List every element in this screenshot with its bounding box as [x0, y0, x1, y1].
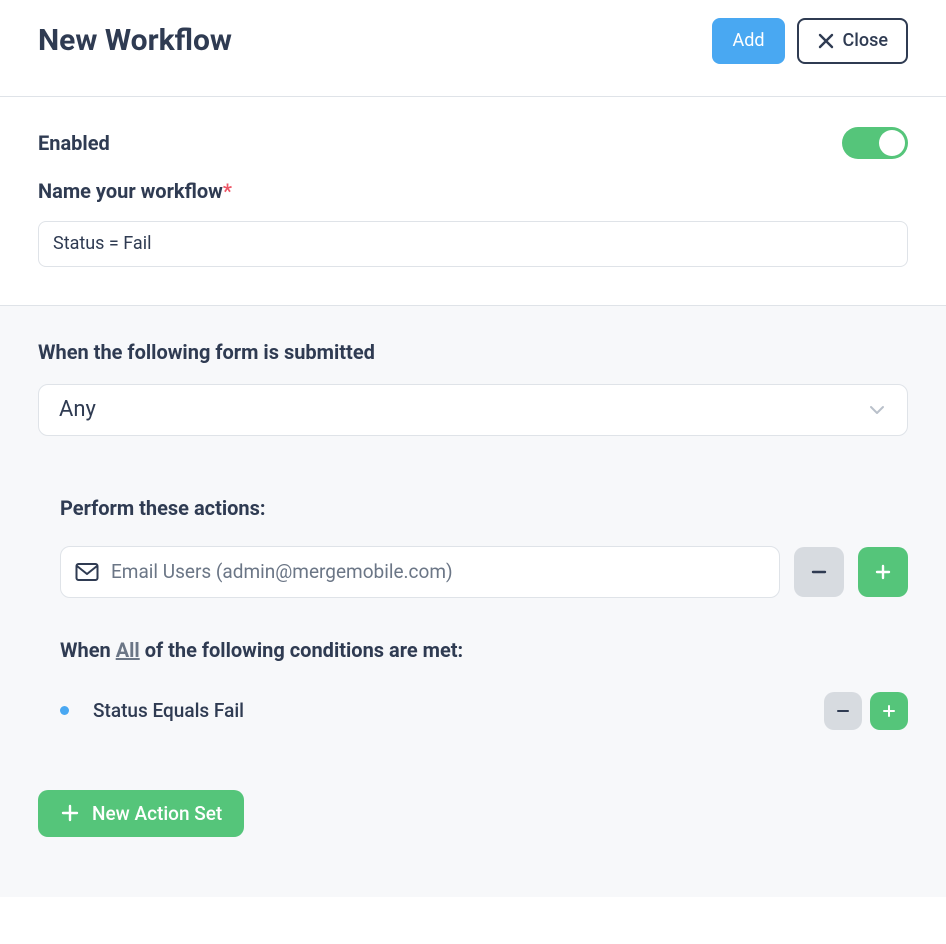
minus-icon — [836, 704, 850, 718]
dialog-header: New Workflow Add Close — [0, 0, 946, 96]
workflow-name-input[interactable] — [38, 221, 908, 267]
action-item-text: Email Users (admin@mergemobile.com) — [111, 560, 453, 583]
minus-icon — [810, 563, 828, 581]
name-label: Name your workflow* — [38, 179, 908, 203]
required-mark: * — [223, 179, 232, 203]
chevron-down-icon — [867, 400, 887, 420]
add-action-button[interactable] — [858, 547, 908, 597]
toggle-knob — [879, 130, 905, 156]
conditions-heading: When All of the following conditions are… — [60, 638, 908, 662]
remove-action-button[interactable] — [794, 547, 844, 597]
plus-icon — [882, 704, 896, 718]
page-title: New Workflow — [38, 23, 232, 58]
add-button-label: Add — [732, 30, 764, 52]
add-condition-button[interactable] — [870, 692, 908, 730]
close-button[interactable]: Close — [797, 18, 908, 64]
remove-condition-button[interactable] — [824, 692, 862, 730]
close-button-label: Close — [843, 30, 888, 52]
mail-icon — [75, 562, 99, 582]
conditions-prefix: When — [60, 638, 116, 662]
plus-icon — [60, 803, 80, 823]
enabled-section: Enabled — [0, 96, 946, 169]
conditions-mode-toggle[interactable]: All — [116, 638, 140, 662]
action-item[interactable]: Email Users (admin@mergemobile.com) — [60, 546, 780, 598]
close-icon — [817, 32, 835, 50]
action-row: Email Users (admin@mergemobile.com) — [60, 546, 908, 598]
new-action-set-label: New Action Set — [92, 802, 222, 825]
bullet-icon — [60, 706, 69, 715]
name-label-text: Name your workflow — [38, 179, 223, 203]
actions-section: Perform these actions: Email Users (admi… — [0, 456, 946, 897]
condition-text[interactable]: Status Equals Fail — [93, 699, 800, 722]
enabled-label: Enabled — [38, 131, 110, 155]
name-section: Name your workflow* — [0, 169, 946, 305]
add-button[interactable]: Add — [712, 18, 784, 64]
header-actions: Add Close — [712, 18, 908, 64]
trigger-section: When the following form is submitted Any — [0, 305, 946, 456]
plus-icon — [874, 563, 892, 581]
condition-row: Status Equals Fail — [60, 692, 908, 730]
actions-label: Perform these actions: — [60, 496, 908, 520]
enabled-toggle[interactable] — [842, 127, 908, 159]
trigger-label: When the following form is submitted — [38, 340, 908, 364]
trigger-selected-value: Any — [59, 397, 96, 422]
new-action-set-button[interactable]: New Action Set — [38, 790, 244, 837]
conditions-suffix: of the following conditions are met: — [140, 638, 463, 662]
trigger-form-select[interactable]: Any — [38, 384, 908, 436]
